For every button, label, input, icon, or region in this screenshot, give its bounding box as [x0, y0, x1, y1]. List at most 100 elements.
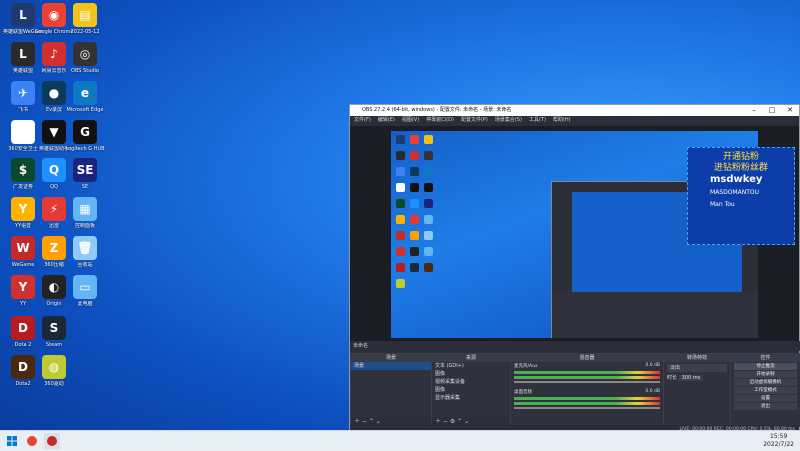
preview-icon [396, 183, 405, 192]
control-button[interactable]: 停止推流 [734, 363, 797, 370]
app-icon: ▤ [73, 3, 97, 27]
banner-line2: 进钻粉粉丝群 [713, 163, 768, 173]
app-icon: ♪ [42, 42, 66, 66]
desktop-icon[interactable]: ▤ 2022-05-12 [65, 3, 105, 35]
obs-icon [47, 436, 57, 446]
volume-meter [514, 376, 660, 379]
preview-icon [410, 263, 419, 272]
app-icon: ● [42, 81, 66, 105]
preview-icon [410, 167, 419, 176]
minimize-button[interactable]: – [745, 105, 763, 116]
app-icon: L [11, 42, 35, 66]
banner-bilibili: Man Tou [710, 201, 735, 208]
taskbar-chrome[interactable] [24, 433, 40, 449]
chrome-icon [27, 436, 37, 446]
menu-item[interactable]: 配置文件(P) [461, 116, 488, 125]
menu-item[interactable]: 编辑(E) [378, 116, 395, 125]
scene-item[interactable]: 场景 [351, 362, 431, 370]
volume-meter [514, 402, 660, 405]
promo-banner: 开通钻粉 进钻粉粉丝群 msdwkey MASDOMANTOU Man Tou [687, 147, 795, 245]
desktop-icon[interactable]: ◎ OBS Studio [65, 42, 105, 74]
controls-dock-title: 控件 [731, 354, 800, 362]
transition-type-select[interactable]: 淡出 [667, 364, 727, 372]
mixer-dock-title: 混音器 [511, 354, 663, 362]
banner-line1: 开通钻粉 [722, 152, 759, 162]
app-icon: ◉ [42, 3, 66, 27]
control-button[interactable]: 工作室模式 [734, 387, 797, 394]
obs-preview[interactable]: 开通钻粉 进钻粉粉丝群 msdwkey MASDOMANTOU Man Tou [350, 126, 799, 341]
maximize-button[interactable]: □ [763, 105, 781, 116]
app-icon: ◐ [42, 275, 66, 299]
menu-item[interactable]: 停靠窗口(D) [426, 116, 454, 125]
menu-item[interactable]: 文件(F) [354, 116, 371, 125]
windows-icon [7, 436, 17, 446]
desktop-icon-label: Logitech G HUB [65, 146, 105, 152]
preview-icon [424, 167, 433, 176]
transitions-dock-title: 转场特效 [664, 354, 730, 362]
volume-slider[interactable] [514, 381, 660, 383]
preview-icon [424, 199, 433, 208]
desktop-icon-label: 此电脑 [77, 301, 93, 307]
duration-input[interactable]: 300 ms [678, 375, 704, 381]
desktop-icon[interactable]: ◍ 360驱动 [34, 355, 74, 387]
control-button[interactable]: 启动虚拟摄像机 [734, 379, 797, 386]
app-icon: ◎ [73, 42, 97, 66]
obs-title: OBS 27.2.4 (64-bit, windows) - 配置文件: 未命名… [362, 107, 512, 113]
app-icon: ◍ [42, 355, 66, 379]
source-item[interactable]: 文本 (GDI+) [432, 362, 510, 370]
clock-date: 2022/7/22 [763, 441, 794, 448]
app-icon: ▭ [73, 275, 97, 299]
app-icon: W [11, 236, 35, 260]
source-item[interactable]: 显示器采集 [432, 394, 510, 402]
volume-slider[interactable] [514, 407, 660, 409]
control-button[interactable]: 设置 [734, 395, 797, 402]
preview-icon [396, 263, 405, 272]
menu-item[interactable]: 帮助(H) [553, 116, 571, 125]
taskbar: 15:59 2022/7/22 [0, 430, 800, 451]
scenes-dock: 场景 场景 ＋ − ⌃ ⌄ [350, 353, 432, 427]
app-icon: 🗑 [73, 236, 97, 260]
menu-item[interactable]: 视图(V) [402, 116, 419, 125]
desktop-icon[interactable]: e Microsoft Edge [65, 81, 105, 113]
desktop-icon[interactable]: 🗑 回收站 [65, 236, 105, 268]
volume-meter [514, 397, 660, 400]
source-item[interactable]: 视频采集设备 [432, 378, 510, 386]
desktop-icon[interactable]: ▭ 此电脑 [65, 275, 105, 307]
mixer-channel-name: 桌面音频 [514, 390, 532, 395]
start-button[interactable] [4, 433, 20, 449]
desktop-icon-label: 回收站 [77, 262, 93, 268]
app-icon: ⚡ [42, 197, 66, 221]
menu-item[interactable]: 工具(T) [529, 116, 546, 125]
preview-icon [396, 135, 405, 144]
desktop-icon[interactable]: SE SE [65, 158, 105, 190]
preview-icon [410, 135, 419, 144]
obs-titlebar[interactable]: OBS 27.2.4 (64-bit, windows) - 配置文件: 未命名… [350, 105, 799, 116]
preview-icon [410, 231, 419, 240]
preview-icon [424, 135, 433, 144]
app-icon: G [73, 120, 97, 144]
preview-icon [410, 247, 419, 256]
current-scene-label: 未命名 [350, 341, 800, 351]
scenes-dock-title: 场景 [351, 354, 431, 362]
source-item[interactable]: 图像 [432, 386, 510, 394]
transitions-dock: 转场特效 淡出 时长 300 ms [663, 353, 731, 427]
control-button[interactable]: 开始录制 [734, 371, 797, 378]
sources-dock: 来源 文本 (GDI+) 图像 视频采集设备 图像 显示器采集 ＋ − ⚙ ⌃ ⌄ [431, 353, 511, 427]
close-button[interactable]: ✕ [781, 105, 799, 116]
desktop-icon[interactable]: ▦ 控制面板 [65, 197, 105, 229]
mixer-dock: 混音器 麦克风/Aux 0.0 dB 桌面音频 0.0 dB [510, 353, 664, 427]
mixer-channel-name: 麦克风/Aux [514, 364, 538, 369]
app-icon: D [11, 316, 35, 340]
control-button[interactable]: 退出 [734, 403, 797, 410]
preview-icon [396, 247, 405, 256]
app-icon: L [11, 3, 35, 27]
menu-item[interactable]: 场景集合(S) [495, 116, 522, 125]
taskbar-obs[interactable] [44, 433, 60, 449]
source-item[interactable]: 图像 [432, 370, 510, 378]
desktop-icon[interactable]: S Steam [34, 316, 74, 348]
app-icon: Y [11, 275, 35, 299]
desktop-icon[interactable]: G Logitech G HUB [65, 120, 105, 152]
mixer-channel: 麦克风/Aux 0.0 dB [511, 362, 663, 388]
system-clock[interactable]: 15:59 2022/7/22 [763, 433, 794, 449]
desktop-icon-label: 360驱动 [44, 381, 64, 387]
